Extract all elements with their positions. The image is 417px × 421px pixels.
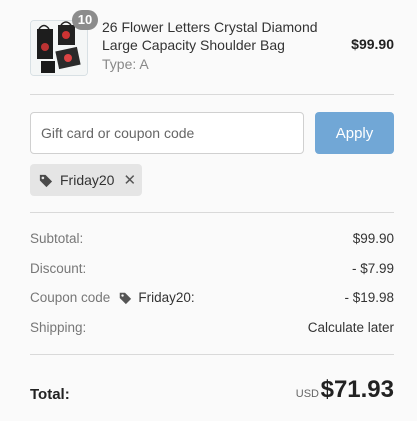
currency-code: USD [295,388,319,400]
coupon-code-input[interactable] [30,112,304,154]
divider [30,354,394,355]
subtotal-label: Subtotal: [30,231,84,246]
coupon-row-label-group: Coupon code Friday20: [30,288,195,308]
tag-icon [118,291,132,305]
divider [30,94,394,95]
subtotal-row: Subtotal: $99.90 [30,229,394,249]
discount-row: Discount: - $7.99 [30,259,394,279]
coupon-label: Coupon code [30,290,111,305]
divider [30,212,394,213]
discount-label: Discount: [30,261,87,276]
product-variant: Type: A [102,56,149,72]
shipping-row: Shipping: Calculate later [30,318,394,338]
product-price: $99.90 [351,36,394,52]
total-label: Total: [30,386,70,403]
quantity-badge: 10 [72,10,98,30]
subtotal-value: $99.90 [352,231,394,246]
apply-button[interactable]: Apply [315,112,394,154]
total-value: $71.93 [320,376,394,403]
total-row: Total: USD $71.93 [30,376,394,408]
discount-value: - $7.99 [351,261,394,276]
shipping-label: Shipping: [30,320,87,335]
applied-coupon-chip: Friday20 ✕ [30,164,142,196]
applied-coupon-code: Friday20 [60,172,115,188]
tag-icon [38,173,53,188]
product-name[interactable]: 26 Flower Letters Crystal Diamond Large … [102,18,332,54]
cart-line-item: 10 26 Flower Letters Crystal Diamond Lar… [30,10,394,78]
coupon-row: Coupon code Friday20: - $19.98 [30,288,394,308]
shipping-value: Calculate later [307,320,394,335]
coupon-row-code: Friday20: [138,290,195,305]
remove-coupon-icon[interactable]: ✕ [123,173,136,188]
coupon-value: - $19.98 [344,290,394,305]
